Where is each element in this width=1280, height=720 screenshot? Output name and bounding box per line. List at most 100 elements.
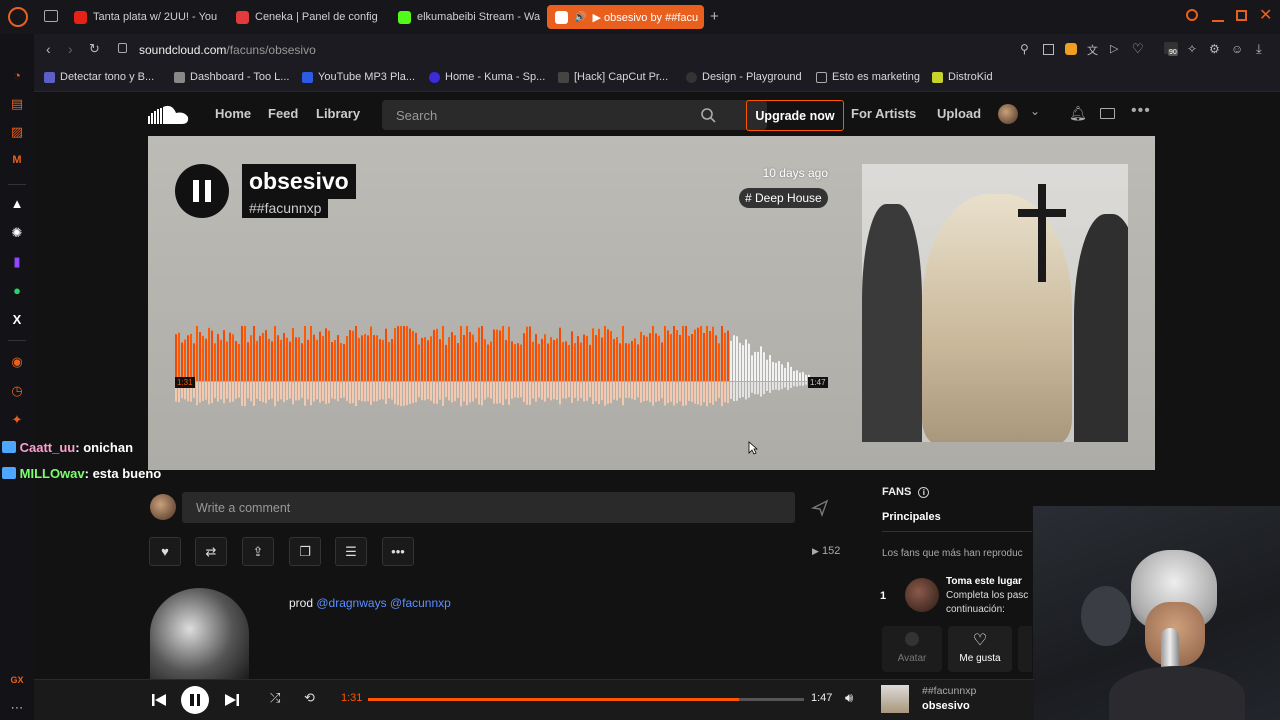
waveform[interactable] [175,326,829,416]
bookmark-item[interactable]: Detectar tono y B... [44,71,154,83]
vpn-shield-icon[interactable] [1065,43,1077,55]
like-button[interactable]: ♥ [149,537,181,566]
more-actions-button[interactable]: ••• [382,537,414,566]
snapshot-icon[interactable] [1043,44,1054,55]
more-menu-icon[interactable]: ••• [1131,102,1151,120]
tab-menu-icon[interactable] [44,10,58,22]
extensions-icon[interactable]: ✦ [9,412,25,428]
gx-cleaner-icon[interactable]: ▨ [9,124,25,140]
now-playing-title[interactable]: obsesivo [922,700,970,712]
next-step-card[interactable] [1018,626,1032,672]
player-icon[interactable]: ◉ [9,354,25,370]
comment-input[interactable]: Write a comment [182,492,795,523]
profile-icon[interactable]: ☺ [1231,42,1243,56]
bookmark-item[interactable]: Design - Playground [686,71,802,83]
bookmark-item[interactable]: Dashboard - Too L... [174,71,289,83]
avatar-step-card[interactable]: Avatar [882,626,942,672]
tab-youtube[interactable]: Tanta plata w/ 2UU! - You [66,5,218,29]
whatsapp-icon[interactable]: ● [9,283,25,299]
track-artwork[interactable] [862,164,1128,442]
upload-link[interactable]: Upload [937,106,981,121]
upgrade-now-button[interactable]: Upgrade now [746,100,844,131]
pin-icon[interactable]: ⚲ [1020,42,1029,56]
pause-button[interactable] [175,164,229,218]
bookmark-item[interactable]: Home - Kuma - Sp... [429,71,545,83]
gx-corner-icon[interactable]: ▤ [9,96,25,112]
download-icon[interactable]: ⤓ [1256,41,1262,57]
tab-soundcloud-active[interactable]: 🔊 ▶ obsesivo by ##facu [547,5,704,29]
gx-control-icon[interactable]: ◔ [9,68,25,84]
volume-icon[interactable]: 🔊︎ [845,690,853,706]
gx-logo-icon[interactable]: GX [9,672,25,688]
chevron-down-icon[interactable]: ⌄ [1030,104,1040,118]
add-to-next-up-button[interactable]: ☰ [335,537,367,566]
bookmark-item[interactable]: DistroKid [932,71,993,83]
repost-button[interactable]: ⇄ [195,537,227,566]
previous-track-icon[interactable] [151,692,167,708]
bookmark-item[interactable]: YouTube MP3 Pla... [302,71,415,83]
for-artists-link[interactable]: For Artists [851,106,916,121]
opera-gx-logo-icon[interactable] [8,7,28,27]
player-progress-track[interactable] [368,698,804,701]
chatgpt-icon[interactable]: ✺ [9,225,25,241]
track-artist[interactable]: ##facunnxp [242,198,329,218]
share-button[interactable]: ⇪ [242,537,274,566]
player-pause-button[interactable] [181,686,209,714]
easy-setup-icon[interactable]: ⚙ [1209,42,1220,56]
history-icon[interactable]: ◷ [9,383,25,399]
now-playing-artist[interactable]: ##facunnxp [922,685,976,697]
mention-link[interactable]: @facunnxp [390,596,451,610]
nav-home[interactable]: Home [215,106,251,121]
bookmark-item[interactable]: Esto es marketing [816,71,920,83]
search-input[interactable]: Search [382,100,767,130]
nav-library[interactable]: Library [316,106,360,121]
fan-cta-text: continuación: [946,604,1005,615]
more-options-icon[interactable]: ⋯ [9,700,25,716]
fans-tab-principales[interactable]: Principales [882,511,941,523]
repeat-icon[interactable]: ⟲ [304,690,315,706]
speaker-icon[interactable]: 🔊 [574,12,586,23]
heart-icon[interactable]: ♡ [1132,41,1144,57]
lock-icon[interactable] [118,43,127,53]
user-avatar[interactable] [998,104,1018,124]
nav-feed[interactable]: Feed [268,106,298,121]
send-comment-icon[interactable] [811,499,829,517]
aria-icon[interactable]: ▲ [9,196,25,212]
now-playing-artwork[interactable] [881,685,909,713]
next-track-icon[interactable] [224,692,240,708]
waveform-bar [181,342,183,381]
tab-kick-stream[interactable]: elkumabeibi Stream - Wa [390,5,540,29]
waveform-bar [628,343,630,381]
waveform-reflection-bar [397,382,399,406]
like-step-card[interactable]: ♡ Me gusta [948,626,1012,672]
minimize-window-icon[interactable] [1212,20,1224,22]
twitch-icon[interactable]: ▮ [9,254,25,270]
artist-avatar[interactable] [150,588,249,679]
translate-icon[interactable]: 文 [1087,42,1098,58]
info-icon[interactable]: i [918,487,930,498]
soundcloud-logo-icon[interactable] [148,104,190,126]
maximize-window-icon[interactable] [1236,10,1247,21]
close-window-icon[interactable]: ✕ [1259,5,1272,25]
play-store-icon[interactable]: ▷ [1110,42,1118,55]
reload-icon[interactable]: ↻ [89,41,100,57]
gx-mods-icon[interactable]: M [9,152,25,168]
forward-arrow-icon[interactable]: › [68,41,73,57]
back-arrow-icon[interactable]: ‹ [46,41,51,57]
search-icon[interactable] [700,107,716,123]
puzzle-extensions-icon[interactable]: ✧ [1187,42,1197,56]
messages-mail-icon[interactable] [1100,108,1115,119]
mention-link[interactable]: @dragnways [316,596,386,610]
url-field[interactable]: soundcloud.com/facuns/obsesivo [139,43,316,57]
x-twitter-icon[interactable]: X [9,312,25,328]
search-tabs-icon[interactable] [1186,9,1198,21]
copy-link-button[interactable]: ❐ [289,537,321,566]
shuffle-icon[interactable]: ⤮ [270,690,280,706]
waveform-bar [418,344,420,381]
genre-tag[interactable]: # Deep House [739,188,828,208]
notifications-bell-icon[interactable]: 🔔︎ [1069,105,1087,122]
extension-icon[interactable]: 90 [1164,42,1178,56]
new-tab-plus-icon[interactable]: + [710,8,719,25]
tab-ceneka[interactable]: Ceneka | Panel de config [228,5,380,29]
bookmark-item[interactable]: [Hack] CapCut Pr... [558,71,668,83]
